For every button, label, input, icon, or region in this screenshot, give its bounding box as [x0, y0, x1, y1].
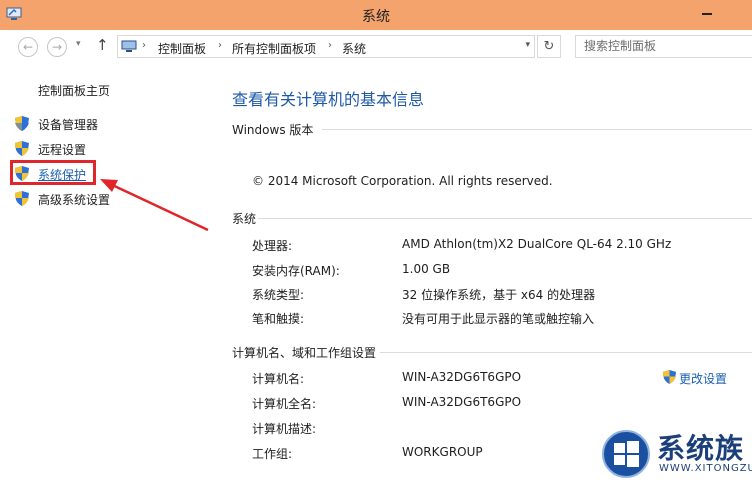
left-pane: 控制面板主页 设备管理器 远程设置 系统保护 高级系统设置: [0, 64, 212, 483]
address-bar[interactable]: › 控制面板 › 所有控制面板项 › 系统 ▾: [117, 35, 535, 58]
refresh-button[interactable]: ↻: [537, 35, 561, 58]
sidebar-item-label: 高级系统设置: [38, 193, 111, 207]
ram-value: 1.00 GB: [402, 262, 451, 276]
uac-shield-icon: [15, 191, 29, 206]
section-divider: [380, 352, 752, 353]
page-title: 查看有关计算机的基本信息: [232, 90, 425, 109]
sidebar-item-label: 远程设置: [38, 143, 87, 157]
navigation-bar: ← → ▾ ↑ › 控制面板 › 所有控制面板项 › 系统 ▾ ↻ 搜索控制面板: [0, 30, 752, 64]
uac-shield-icon: [15, 141, 29, 156]
ram-label: 安装内存(RAM):: [252, 264, 340, 278]
full-computer-name-value: WIN-A32DG6T6GPO: [402, 395, 522, 409]
control-panel-home-link[interactable]: 控制面板主页: [38, 82, 110, 99]
uac-shield-icon: [15, 116, 29, 131]
watermark-text: 系统族: [657, 432, 745, 465]
back-button[interactable]: ←: [18, 37, 38, 57]
system-type-label: 系统类型:: [252, 288, 305, 302]
pen-touch-label: 笔和触摸:: [252, 312, 305, 326]
highlight-annotation-box: [10, 160, 96, 185]
breadcrumb-control-panel[interactable]: 控制面板: [158, 40, 206, 57]
system-type-value: 32 位操作系统，基于 x64 的处理器: [402, 288, 596, 302]
section-title-system: 系统: [232, 212, 257, 226]
recent-locations-dropdown[interactable]: ▾: [76, 39, 81, 49]
breadcrumb-system[interactable]: 系统: [342, 40, 366, 57]
search-input[interactable]: 搜索控制面板: [575, 35, 752, 58]
forward-button[interactable]: →: [47, 37, 67, 57]
watermark-logo-icon: [602, 430, 650, 478]
computer-name-value: WIN-A32DG6T6GPO: [402, 370, 522, 384]
pen-touch-value: 没有可用于此显示器的笔或触控输入: [402, 312, 595, 326]
control-panel-icon: [121, 40, 137, 52]
minimize-button[interactable]: [702, 4, 716, 16]
window-title: 系统: [362, 9, 390, 25]
breadcrumb-separator: ›: [218, 40, 222, 51]
copyright-text: © 2014 Microsoft Corporation. All rights…: [252, 174, 553, 188]
workgroup-value: WORKGROUP: [402, 445, 483, 459]
main-content: 查看有关计算机的基本信息 Windows 版本 © 2014 Microsoft…: [212, 64, 752, 483]
full-computer-name-label: 计算机全名:: [252, 397, 317, 411]
computer-description-label: 计算机描述:: [252, 422, 317, 436]
breadcrumb-all-items[interactable]: 所有控制面板项: [232, 40, 316, 57]
sidebar-item-label: 设备管理器: [38, 118, 99, 132]
up-button[interactable]: ↑: [96, 36, 109, 54]
change-settings-label: 更改设置: [679, 372, 728, 386]
address-dropdown-icon[interactable]: ▾: [525, 40, 530, 50]
title-bar: 系统: [0, 0, 752, 30]
section-divider: [322, 129, 752, 130]
processor-label: 处理器:: [252, 239, 293, 253]
section-title-windows-edition: Windows 版本: [232, 123, 314, 137]
breadcrumb-separator: ›: [142, 40, 146, 51]
processor-value: AMD Athlon(tm)X2 DualCore QL-64 2.10 GHz: [402, 237, 672, 251]
computer-name-label: 计算机名:: [252, 372, 305, 386]
workgroup-label: 工作组:: [252, 447, 293, 461]
section-title-computer-name: 计算机名、域和工作组设置: [232, 346, 377, 360]
watermark: 系统族 WWW.XITONGZU.COM: [601, 425, 752, 483]
uac-shield-icon: [662, 369, 677, 385]
breadcrumb-separator: ›: [328, 40, 332, 51]
section-divider: [258, 218, 752, 219]
watermark-url: WWW.XITONGZU.COM: [659, 463, 752, 474]
